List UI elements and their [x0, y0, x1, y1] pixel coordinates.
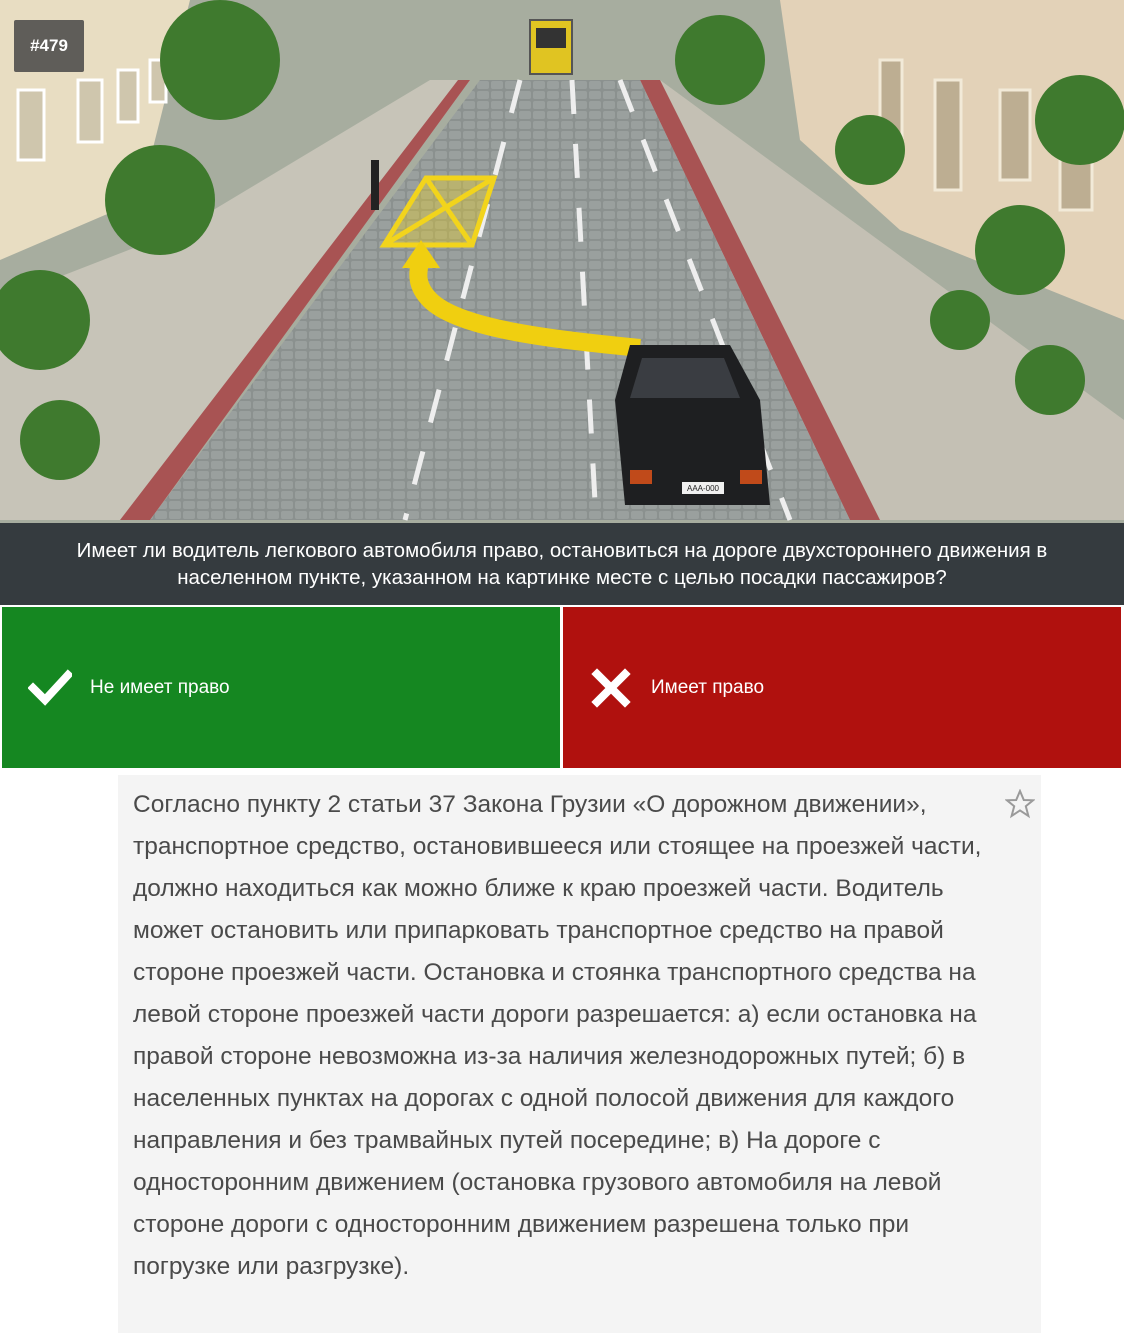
pedestrian	[371, 160, 379, 210]
street-scene: AAA-000	[0, 0, 1124, 605]
checkmark-icon	[28, 666, 72, 710]
explanation-panel: Согласно пункту 2 статьи 37 Закона Грузи…	[118, 775, 1041, 1333]
license-plate: AAA-000	[687, 484, 720, 493]
question-number: #479	[14, 20, 84, 72]
answer-option-wrong[interactable]: Имеет право	[563, 607, 1121, 768]
question-image: AAA-000 #479 Имеет ли водитель легкового…	[0, 0, 1124, 605]
star-outline-icon[interactable]	[1004, 788, 1036, 819]
answer-label: Не имеет право	[90, 676, 230, 698]
question-text: Имеет ли водитель легкового автомобиля п…	[0, 523, 1124, 605]
cross-icon	[589, 666, 633, 710]
answer-label: Имеет право	[651, 676, 765, 698]
answer-option-correct[interactable]: Не имеет право	[2, 607, 560, 768]
answer-options: Не имеет право Имеет право	[0, 607, 1124, 768]
explanation-text: Согласно пункту 2 статьи 37 Закона Грузи…	[133, 791, 982, 1280]
